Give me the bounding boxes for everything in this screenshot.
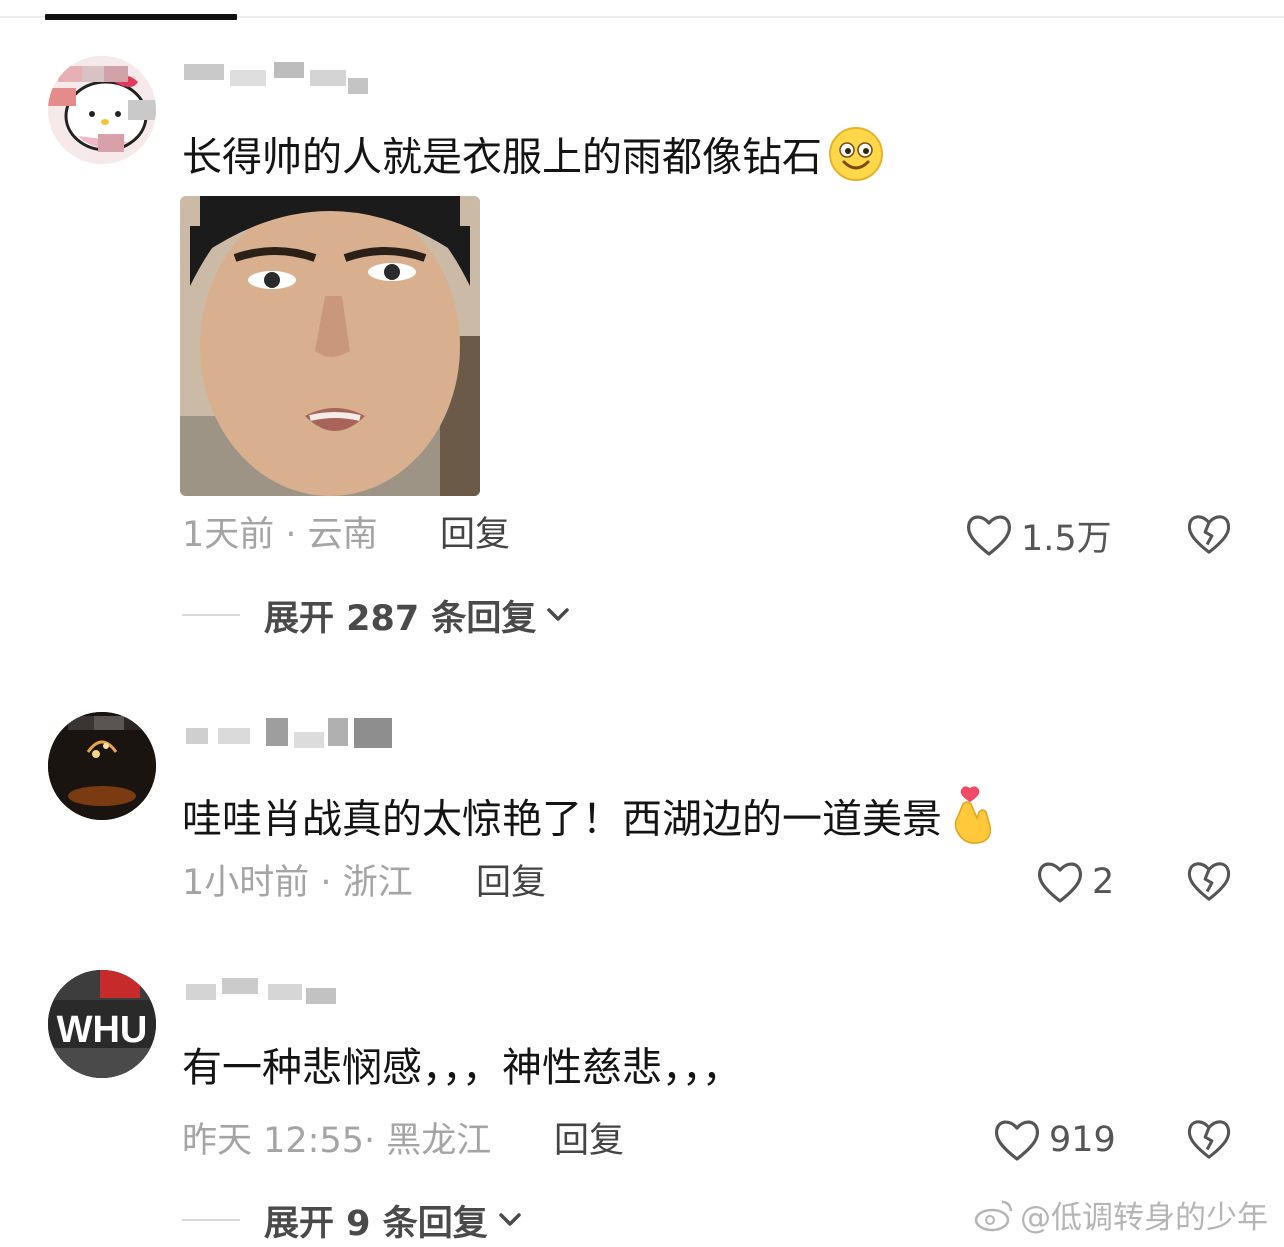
comment-meta: 1小时前 · 浙江 <box>182 863 413 903</box>
comment-text: 长得帅的人就是衣服上的雨都像钻石 <box>182 126 884 193</box>
dislike-button[interactable] <box>1186 511 1232 557</box>
expand-replies-label: 展开 9 条回复 <box>264 1203 488 1244</box>
avatar[interactable]: WHU <box>48 970 156 1078</box>
like-count: 919 <box>1049 1120 1116 1160</box>
like-button[interactable]: 2 <box>1036 858 1114 906</box>
reply-button[interactable]: 回复 <box>476 862 546 904</box>
expand-replies-label: 展开 287 条回复 <box>264 598 537 639</box>
smiley-face-icon <box>828 126 884 193</box>
expand-replies-button[interactable]: 展开 287 条回复 <box>182 593 570 639</box>
broken-heart-icon <box>1187 1120 1231 1159</box>
dislike-button[interactable] <box>1186 858 1232 904</box>
avatar[interactable] <box>48 56 156 164</box>
like-count: 1.5万 <box>1021 518 1112 559</box>
chevron-down-icon <box>498 1213 521 1226</box>
chevron-down-icon <box>547 608 570 621</box>
comment-text: 哇哇肖战真的太惊艳了！西湖边的一道美景 <box>182 786 994 857</box>
comment-meta: 昨天 12:55· 黑龙江 <box>182 1121 492 1161</box>
expand-replies-button[interactable]: 展开 9 条回复 <box>182 1198 522 1244</box>
like-button[interactable]: 919 <box>993 1116 1116 1164</box>
reply-button[interactable]: 回复 <box>554 1120 624 1162</box>
weibo-watermark: @低调转身的少年 <box>974 1192 1268 1237</box>
heart-icon <box>966 515 1012 556</box>
like-button[interactable]: 1.5万 <box>965 511 1112 559</box>
dislike-button[interactable] <box>1186 1116 1232 1162</box>
comment-meta: 1天前 · 云南 <box>182 515 378 555</box>
weibo-logo-icon <box>974 1200 1013 1231</box>
avatar-text: WHU <box>57 1009 148 1051</box>
broken-heart-icon <box>1187 515 1231 554</box>
finger-heart-icon <box>948 786 994 857</box>
divider-line <box>182 614 240 616</box>
like-count: 2 <box>1092 862 1115 902</box>
reply-button[interactable]: 回复 <box>440 514 510 556</box>
username[interactable] <box>182 712 392 754</box>
comment-text: 有一种悲悯感，，，神性慈悲，，， <box>182 1045 742 1091</box>
heart-icon <box>994 1120 1040 1161</box>
divider-line <box>182 1219 240 1221</box>
avatar[interactable] <box>48 712 156 820</box>
username[interactable] <box>182 970 372 1012</box>
heart-icon <box>1037 862 1083 903</box>
broken-heart-icon <box>1187 862 1231 901</box>
comment-photo[interactable] <box>180 196 480 496</box>
watermark-text: @低调转身的少年 <box>1020 1200 1268 1236</box>
active-tab-indicator <box>45 14 237 20</box>
username[interactable] <box>182 56 372 98</box>
